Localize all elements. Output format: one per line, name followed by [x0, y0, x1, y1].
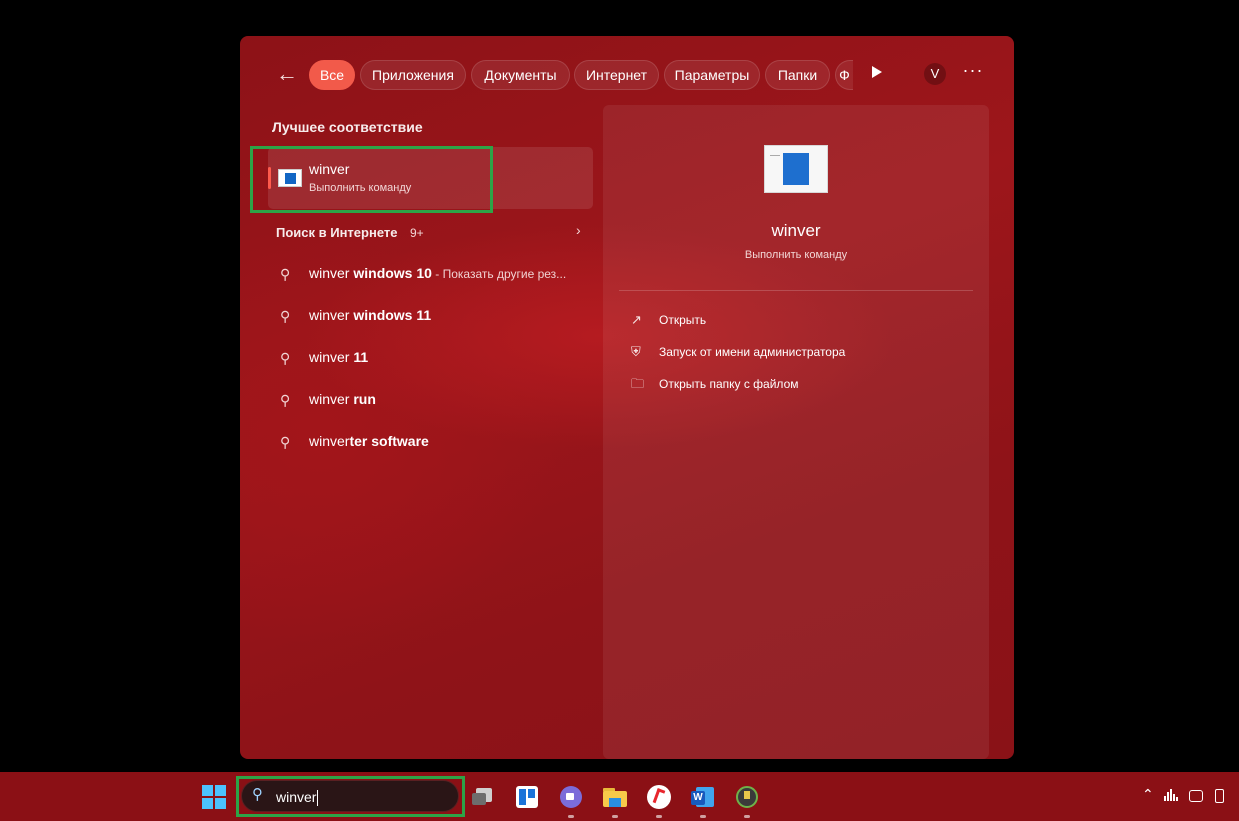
search-icon: ⚲	[280, 434, 291, 450]
audio-meter-icon[interactable]	[1164, 789, 1178, 801]
windows-start-icon[interactable]	[202, 785, 226, 809]
preview-subtitle: Выполнить команду	[744, 249, 848, 261]
running-indicator	[700, 815, 706, 818]
search-panel: ← Все Приложения Документы Интернет Пара…	[240, 36, 1014, 759]
search-icon: ⚲	[280, 392, 291, 408]
suggestion-prefix: winver	[309, 433, 350, 449]
suggestion-bold: ter software	[349, 433, 429, 449]
search-icon: ⚲	[280, 350, 291, 366]
filter-chip-all[interactable]: Все	[309, 60, 355, 90]
preview-title: winver	[771, 221, 821, 240]
teams-chat-icon[interactable]	[558, 784, 584, 818]
action-label: Запуск от имени администратора	[659, 345, 846, 359]
suggestion-bold: 11	[349, 349, 369, 365]
widgets-icon[interactable]	[514, 784, 540, 810]
filter-chip-more[interactable]: Ф	[835, 60, 853, 90]
suggestion-prefix: winver	[309, 349, 350, 365]
divider	[619, 290, 973, 291]
suggestion-bold: run	[349, 391, 376, 407]
web-results-count: 9+	[410, 226, 424, 240]
folder-icon: 🗀	[631, 376, 645, 391]
chevron-up-icon[interactable]: ⌃	[1142, 786, 1154, 803]
microsoft-word-icon[interactable]: W	[690, 784, 716, 818]
yandex-browser-icon[interactable]	[646, 784, 672, 818]
suggestion-prefix: winver	[309, 307, 350, 323]
running-indicator	[656, 815, 662, 818]
suggestion-prefix: winver	[309, 391, 350, 407]
file-explorer-icon[interactable]	[602, 784, 628, 818]
filter-chip-apps[interactable]: Приложения	[360, 60, 466, 90]
torrent-app-icon[interactable]	[734, 784, 760, 818]
action-label: Открыть	[659, 313, 707, 327]
running-indicator	[744, 815, 750, 818]
suggestion-bold: windows 10	[349, 265, 432, 281]
highlight-box-best-match	[250, 146, 493, 213]
search-icon: ⚲	[280, 308, 291, 324]
usb-device-icon[interactable]	[1215, 789, 1224, 803]
running-indicator	[568, 815, 574, 818]
search-icon: ⚲	[280, 266, 291, 282]
best-match-heading: Лучшее соответствие	[272, 119, 423, 135]
back-arrow-icon[interactable]: ←	[276, 62, 302, 88]
filter-chip-settings[interactable]: Параметры	[664, 60, 760, 90]
web-search-heading[interactable]: Поиск в Интернете	[276, 225, 397, 240]
suggestion-extra: - Показать другие рез...	[431, 267, 567, 281]
filter-bar: ← Все Приложения Документы Интернет Пара…	[240, 58, 1014, 92]
action-label: Открыть папку с файлом	[659, 377, 799, 391]
chevron-right-icon[interactable]: ›	[576, 222, 581, 238]
filter-chip-documents[interactable]: Документы	[471, 60, 570, 90]
network-icon[interactable]	[1189, 790, 1203, 802]
taskbar: ⚲ winver W ⌃	[0, 772, 1239, 821]
suggestion-prefix: winver	[309, 265, 350, 281]
more-options-icon[interactable]: ···	[962, 60, 984, 81]
suggestion-bold: windows 11	[349, 307, 432, 323]
winver-large-icon	[764, 145, 828, 193]
running-indicator	[612, 815, 618, 818]
scroll-right-icon[interactable]	[872, 66, 882, 78]
admin-shield-icon: ⛨	[631, 344, 641, 359]
task-view-icon[interactable]	[470, 784, 496, 810]
preview-pane: winver Выполнить команду ↗ Открыть ⛨ Зап…	[603, 105, 989, 759]
open-external-icon: ↗	[631, 312, 642, 327]
filter-chip-folders[interactable]: Папки	[765, 60, 830, 90]
filter-chip-internet[interactable]: Интернет	[574, 60, 659, 90]
avatar[interactable]: V	[924, 63, 946, 85]
highlight-box-search	[236, 776, 465, 817]
